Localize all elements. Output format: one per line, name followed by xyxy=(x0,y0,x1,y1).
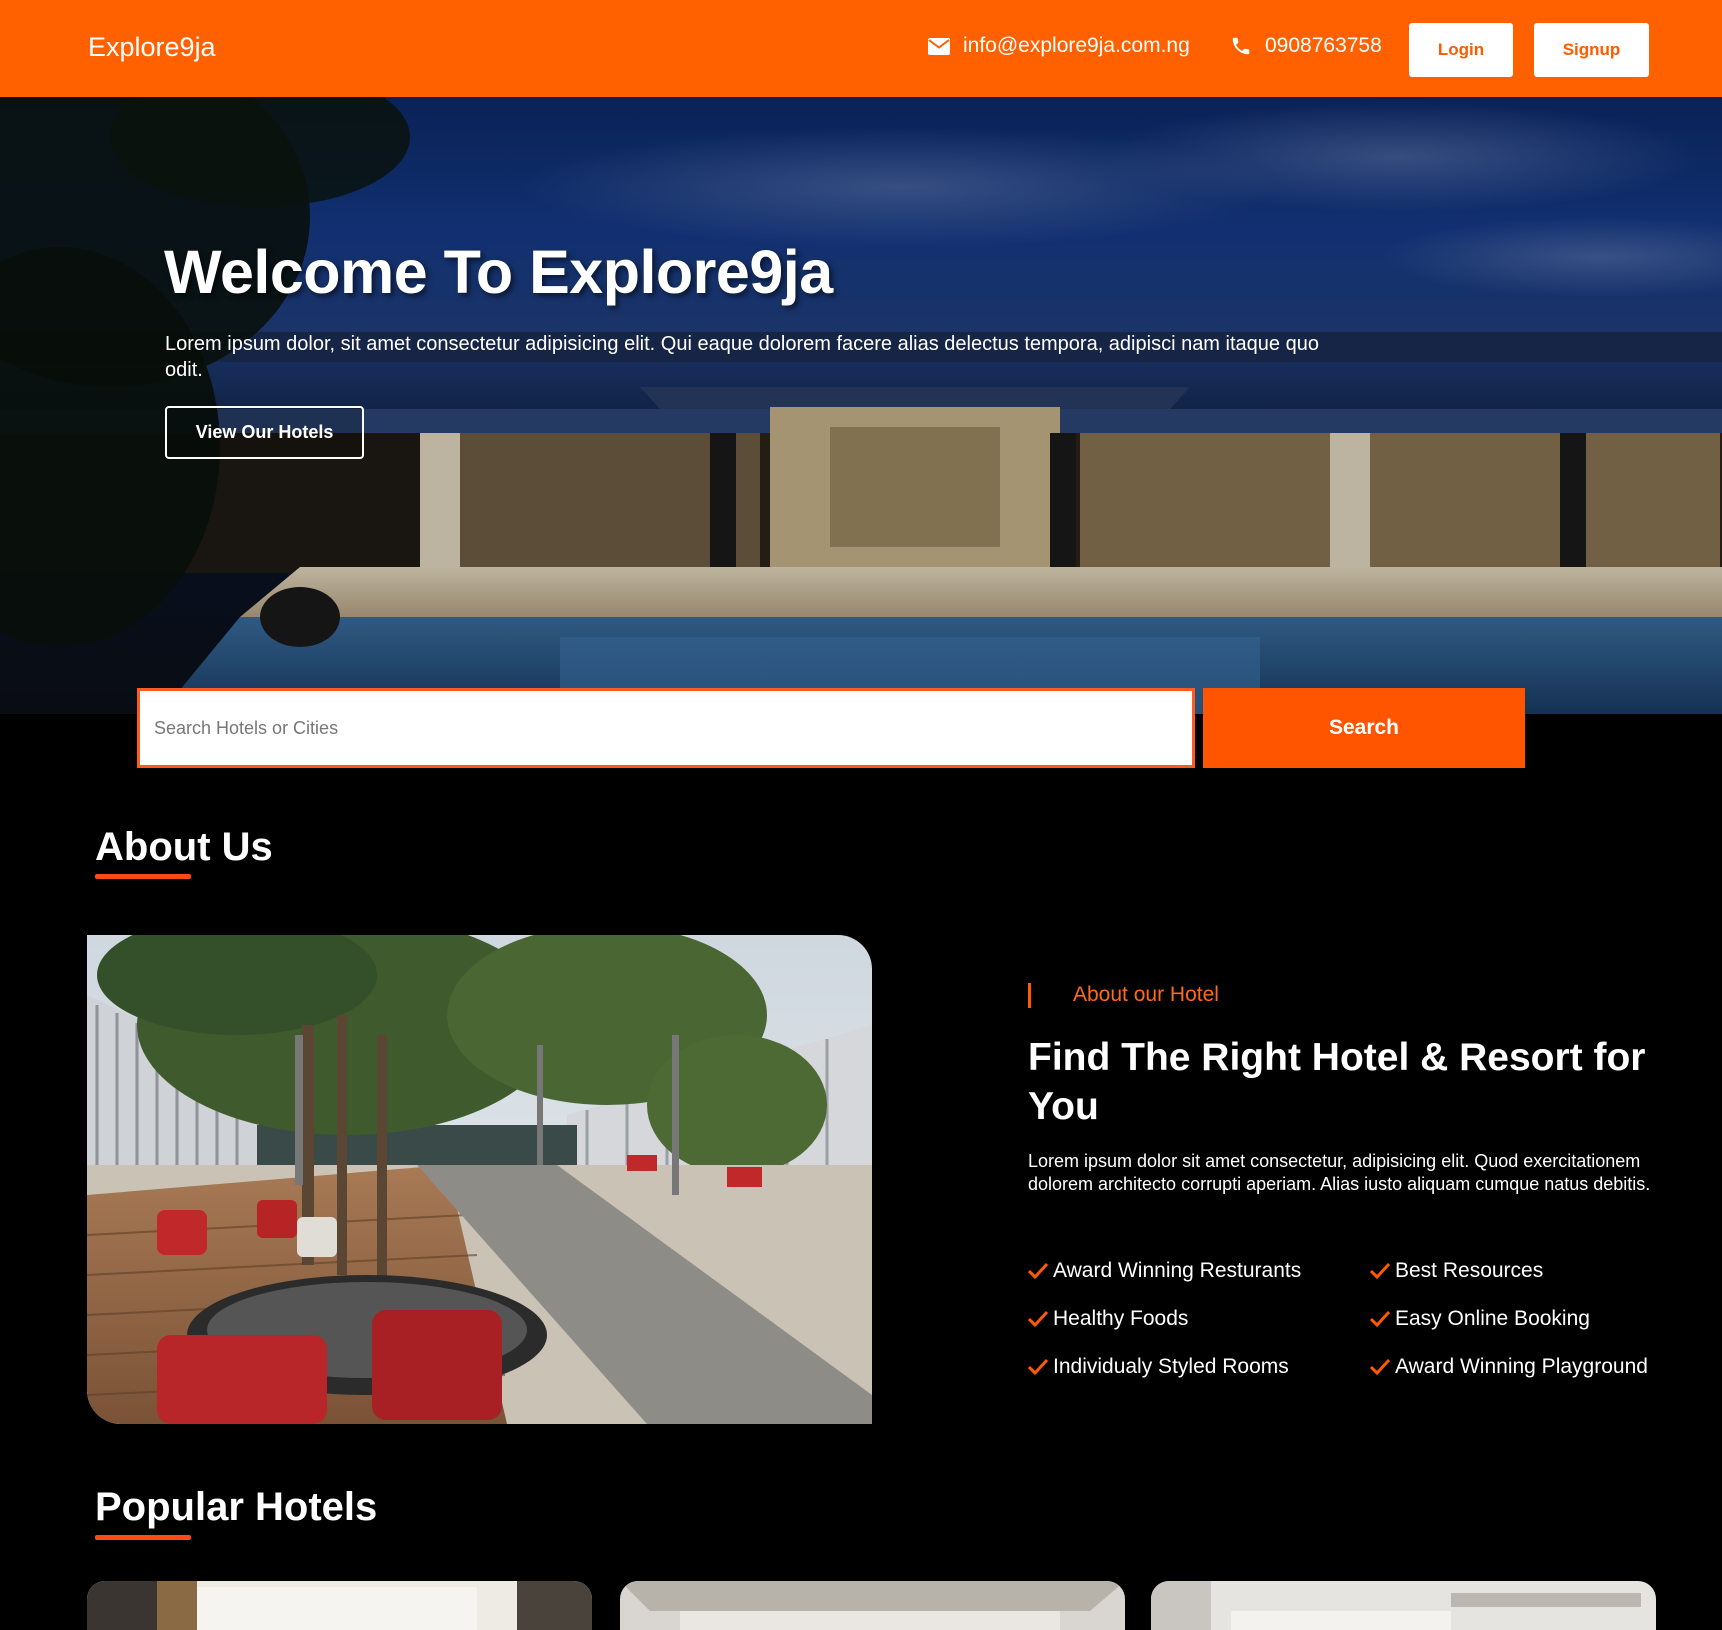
kicker-bar xyxy=(1028,983,1031,1008)
search-placeholder: Search Hotels or Cities xyxy=(154,717,339,738)
brand-logo[interactable]: Explore9ja xyxy=(88,32,216,63)
signup-button[interactable]: Signup xyxy=(1534,23,1649,77)
check-icon xyxy=(1369,1262,1391,1280)
feature-label: Individualy Styled Rooms xyxy=(1053,1355,1289,1378)
phone-text: 0908763758 xyxy=(1265,34,1382,57)
contact-email[interactable]: info@explore9ja.com.ng xyxy=(928,34,1190,58)
about-kicker: About our Hotel xyxy=(1073,983,1219,1006)
feature-label: Best Resources xyxy=(1395,1259,1544,1282)
hero-banner: Welcome To Explore9ja Lorem ipsum dolor,… xyxy=(0,97,1722,714)
feature-item: Best Resources xyxy=(1369,1259,1543,1283)
hero-description: Lorem ipsum dolor, sit amet consectetur … xyxy=(165,333,1319,381)
check-icon xyxy=(1369,1310,1391,1328)
hotel-card[interactable] xyxy=(87,1581,592,1630)
login-button[interactable]: Login xyxy=(1409,23,1513,77)
about-heading: Find The Right Hotel & Resort for You xyxy=(1028,1036,1646,1128)
envelope-icon xyxy=(928,37,950,55)
view-hotels-button[interactable]: View Our Hotels xyxy=(165,406,364,459)
about-description: Lorem ipsum dolor sit amet consectetur, … xyxy=(1028,1151,1651,1194)
about-image xyxy=(87,935,872,1424)
feature-item: Individualy Styled Rooms xyxy=(1027,1355,1289,1379)
feature-item: Award Winning Playground xyxy=(1369,1355,1648,1379)
search-input[interactable]: Search Hotels or Cities xyxy=(137,688,1195,768)
phone-icon xyxy=(1232,37,1250,55)
feature-item: Healthy Foods xyxy=(1027,1307,1188,1331)
popular-section-title: Popular Hotels xyxy=(95,1485,378,1529)
feature-item: Easy Online Booking xyxy=(1369,1307,1590,1331)
hotel-card[interactable] xyxy=(1151,1581,1656,1630)
feature-item: Award Winning Resturants xyxy=(1027,1259,1301,1283)
feature-label: Award Winning Playground xyxy=(1395,1355,1648,1378)
check-icon xyxy=(1027,1262,1049,1280)
hotel-card-image xyxy=(1151,1581,1656,1630)
check-icon xyxy=(1027,1358,1049,1376)
hero-title: Welcome To Explore9ja xyxy=(164,238,833,306)
email-text: info@explore9ja.com.ng xyxy=(963,34,1190,57)
search-button[interactable]: Search xyxy=(1203,688,1525,768)
hotel-card-image xyxy=(620,1581,1125,1630)
hotel-card-image xyxy=(87,1581,592,1630)
feature-label: Award Winning Resturants xyxy=(1053,1259,1302,1282)
contact-phone[interactable]: 0908763758 xyxy=(1230,34,1382,58)
hotel-card[interactable] xyxy=(620,1581,1125,1630)
check-icon xyxy=(1369,1358,1391,1376)
check-icon xyxy=(1027,1310,1049,1328)
about-title-underline xyxy=(95,874,191,879)
feature-label: Healthy Foods xyxy=(1053,1307,1189,1330)
about-section-title: About Us xyxy=(95,825,273,869)
feature-label: Easy Online Booking xyxy=(1395,1307,1590,1330)
top-navbar: Explore9ja info@explore9ja.com.ng 090876… xyxy=(0,0,1722,97)
popular-title-underline xyxy=(95,1535,191,1540)
